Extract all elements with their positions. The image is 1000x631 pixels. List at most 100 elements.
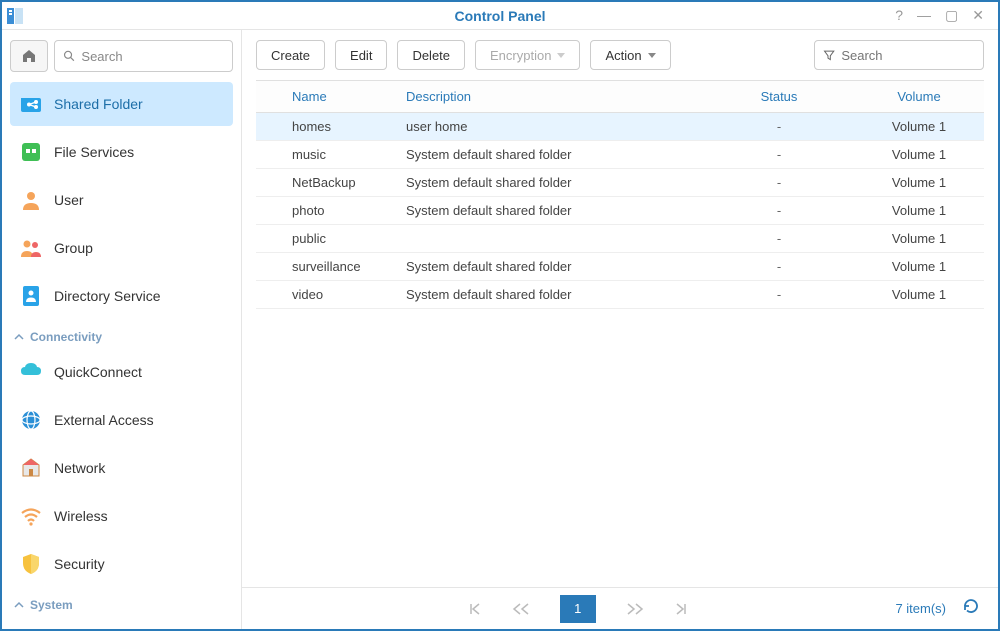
cell-description: System default shared folder — [396, 169, 704, 197]
sidebar-item-label: Directory Service — [54, 288, 161, 304]
table-row[interactable]: public-Volume 1 — [256, 225, 984, 253]
app-icon — [2, 2, 28, 30]
edit-button[interactable]: Edit — [335, 40, 387, 70]
encryption-button[interactable]: Encryption — [475, 40, 580, 70]
home-button[interactable] — [10, 40, 48, 72]
sidebar-item-label: Shared Folder — [54, 96, 143, 112]
sidebar-item-directory-service[interactable]: Directory Service — [10, 274, 233, 318]
filter-box[interactable] — [814, 40, 984, 70]
delete-button[interactable]: Delete — [397, 40, 465, 70]
search-icon — [63, 49, 75, 63]
section-connectivity[interactable]: Connectivity — [10, 322, 233, 350]
sidebar: Shared Folder File Services User Group — [2, 30, 242, 629]
cell-volume: Volume 1 — [854, 281, 984, 309]
minimize-icon[interactable]: — — [917, 7, 931, 24]
user-icon — [18, 187, 44, 213]
action-button[interactable]: Action — [590, 40, 670, 70]
close-icon[interactable]: ✕ — [972, 7, 984, 24]
table-row[interactable]: musicSystem default shared folder-Volume… — [256, 141, 984, 169]
last-page-button[interactable] — [674, 602, 688, 616]
chevron-up-icon — [14, 332, 24, 342]
wireless-icon — [18, 503, 44, 529]
security-icon — [18, 551, 44, 577]
shared-folder-icon — [18, 91, 44, 117]
table-row[interactable]: videoSystem default shared folder-Volume… — [256, 281, 984, 309]
refresh-button[interactable] — [962, 597, 980, 620]
table-row[interactable]: NetBackupSystem default shared folder-Vo… — [256, 169, 984, 197]
maximize-icon[interactable]: ▢ — [945, 7, 958, 24]
sidebar-top — [10, 40, 233, 72]
sidebar-item-group[interactable]: Group — [10, 226, 233, 270]
page-number[interactable]: 1 — [560, 595, 596, 623]
first-page-button[interactable] — [468, 602, 482, 616]
sidebar-item-label: Security — [54, 556, 105, 572]
cell-volume: Volume 1 — [854, 197, 984, 225]
filter-input[interactable] — [841, 48, 975, 63]
col-status[interactable]: Status — [704, 81, 854, 113]
next-page-button[interactable] — [626, 602, 644, 616]
window-title: Control Panel — [2, 8, 998, 24]
sidebar-item-label: Wireless — [54, 508, 108, 524]
section-label: Connectivity — [30, 330, 102, 344]
cell-description: System default shared folder — [396, 281, 704, 309]
cell-volume: Volume 1 — [854, 169, 984, 197]
pager-center: 1 — [260, 595, 895, 623]
table-row[interactable]: photoSystem default shared folder-Volume… — [256, 197, 984, 225]
sidebar-search[interactable] — [54, 40, 233, 72]
cell-description — [396, 225, 704, 253]
action-label: Action — [605, 48, 641, 63]
chevron-up-icon — [14, 600, 24, 610]
table-wrap: Name Description Status Volume homesuser… — [242, 80, 998, 587]
cell-status: - — [704, 281, 854, 309]
body: Shared Folder File Services User Group — [2, 30, 998, 629]
sidebar-item-network[interactable]: Network — [10, 446, 233, 490]
sidebar-search-input[interactable] — [81, 49, 224, 64]
sidebar-item-shared-folder[interactable]: Shared Folder — [10, 82, 233, 126]
chevron-down-icon — [557, 53, 565, 58]
sidebar-item-file-services[interactable]: File Services — [10, 130, 233, 174]
col-volume[interactable]: Volume — [854, 81, 984, 113]
table-row[interactable]: homesuser home-Volume 1 — [256, 113, 984, 141]
cell-status: - — [704, 253, 854, 281]
file-services-icon — [18, 139, 44, 165]
sidebar-item-wireless[interactable]: Wireless — [10, 494, 233, 538]
window-controls: ? — ▢ ✕ — [895, 7, 998, 24]
cell-status: - — [704, 141, 854, 169]
sidebar-item-label: User — [54, 192, 84, 208]
prev-page-button[interactable] — [512, 602, 530, 616]
cell-description: user home — [396, 113, 704, 141]
sidebar-item-label: Network — [54, 460, 105, 476]
sidebar-item-user[interactable]: User — [10, 178, 233, 222]
quickconnect-icon — [18, 359, 44, 385]
create-button[interactable]: Create — [256, 40, 325, 70]
shared-folder-table: Name Description Status Volume homesuser… — [256, 80, 984, 309]
network-icon — [18, 455, 44, 481]
sidebar-item-label: QuickConnect — [54, 364, 142, 380]
cell-name: video — [256, 281, 396, 309]
sidebar-item-label: Group — [54, 240, 93, 256]
col-name[interactable]: Name — [256, 81, 396, 113]
sidebar-item-label: External Access — [54, 412, 154, 428]
cell-description: System default shared folder — [396, 141, 704, 169]
help-icon[interactable]: ? — [895, 7, 903, 24]
window: Control Panel ? — ▢ ✕ Sha — [0, 0, 1000, 631]
filter-icon — [823, 48, 835, 62]
cell-status: - — [704, 225, 854, 253]
section-system[interactable]: System — [10, 590, 233, 618]
table-row[interactable]: surveillanceSystem default shared folder… — [256, 253, 984, 281]
cell-status: - — [704, 197, 854, 225]
cell-name: NetBackup — [256, 169, 396, 197]
encryption-label: Encryption — [490, 48, 551, 63]
sidebar-item-quickconnect[interactable]: QuickConnect — [10, 350, 233, 394]
cell-name: public — [256, 225, 396, 253]
cell-description: System default shared folder — [396, 197, 704, 225]
col-description[interactable]: Description — [396, 81, 704, 113]
cell-status: - — [704, 113, 854, 141]
cell-name: photo — [256, 197, 396, 225]
sidebar-item-external-access[interactable]: External Access — [10, 398, 233, 442]
cell-volume: Volume 1 — [854, 253, 984, 281]
sidebar-item-label: File Services — [54, 144, 134, 160]
sidebar-item-security[interactable]: Security — [10, 542, 233, 586]
pager-right: 7 item(s) — [895, 597, 980, 620]
cell-name: surveillance — [256, 253, 396, 281]
